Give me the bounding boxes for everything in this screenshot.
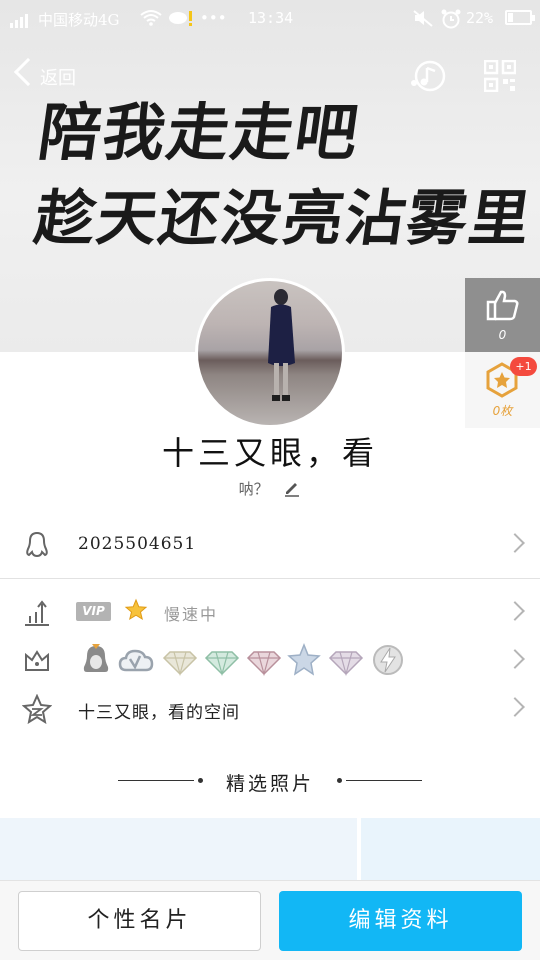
avatar-photo [268, 289, 295, 401]
alarm-icon [440, 9, 462, 33]
music-icon[interactable] [410, 58, 450, 94]
divider [0, 578, 540, 579]
clock: 13:34 [248, 9, 294, 27]
photo-thumbnail[interactable] [0, 818, 357, 888]
penguin-icon [26, 531, 48, 558]
avatar[interactable] [195, 278, 345, 428]
lightning-badge-icon [373, 645, 403, 675]
vip-tag: VIP [76, 602, 111, 621]
carrier-label: 中国移动4G [38, 11, 120, 29]
pink-diamond-icon [246, 651, 282, 677]
mute-icon [412, 9, 434, 31]
chevron-left-icon [13, 57, 43, 87]
signal-icon [10, 10, 30, 28]
blue-star-icon [287, 642, 321, 676]
qq-number-row[interactable]: 2025504651 [0, 520, 540, 568]
badge-count: 0枚 [492, 404, 513, 418]
more-notifications-icon: ••• [200, 9, 227, 27]
qq-penguin-badge-icon [83, 644, 109, 672]
wifi-icon [140, 9, 162, 31]
star-icon [124, 598, 148, 621]
battery-icon [505, 10, 535, 25]
qq-number: 2025504651 [78, 534, 197, 554]
edit-pencil-icon[interactable] [283, 479, 301, 501]
business-card-button[interactable]: 个性名片 [18, 891, 261, 951]
qr-code-icon[interactable] [483, 59, 517, 93]
crystal-diamond-icon [328, 651, 364, 677]
signature-row[interactable]: 呐？ [0, 478, 540, 501]
status-bar: 中国移动4G ••• 13:34 22% [0, 0, 540, 36]
qzone-star-icon [22, 694, 52, 724]
thumbs-up-icon [486, 290, 519, 321]
chevron-right-icon [505, 533, 525, 553]
speed-status: 慢速中 [164, 605, 219, 624]
cover-line-1: 陪我走走吧 [34, 96, 365, 169]
svip-cloud-icon [118, 649, 154, 672]
battery-percent: 22% [466, 9, 494, 27]
featured-photos-header: 精选照片 [0, 766, 540, 796]
diamond-icon [162, 651, 198, 677]
section-title: 精选照片 [225, 773, 314, 795]
crown-icon [25, 650, 49, 671]
chevron-right-icon [505, 649, 525, 669]
back-label: 返回 [40, 68, 76, 89]
like-button[interactable]: 0 [465, 278, 540, 352]
chevron-right-icon [505, 697, 525, 717]
section-line-right [346, 780, 422, 781]
section-dot-right [337, 778, 342, 783]
weather-icon [166, 9, 196, 33]
signature-text: 呐？ [238, 480, 269, 498]
photo-thumbnail[interactable] [361, 818, 540, 888]
chevron-right-icon [505, 601, 525, 621]
badge-plus-tag: +1 [510, 357, 537, 376]
back-button[interactable]: 返回 [13, 57, 104, 94]
qzone-label: 十三又眼，看的空间 [78, 703, 240, 723]
qzone-row[interactable]: 十三又眼，看的空间 [0, 684, 540, 732]
green-diamond-icon [204, 651, 240, 677]
likes-count: 0 [498, 328, 507, 342]
level-up-icon [25, 600, 49, 626]
edit-profile-button[interactable]: 编辑资料 [279, 891, 522, 951]
profile-name: 十三又眼，看 [161, 434, 378, 472]
cover-line-2: 趁天还没亮沾雾里 [30, 184, 537, 254]
